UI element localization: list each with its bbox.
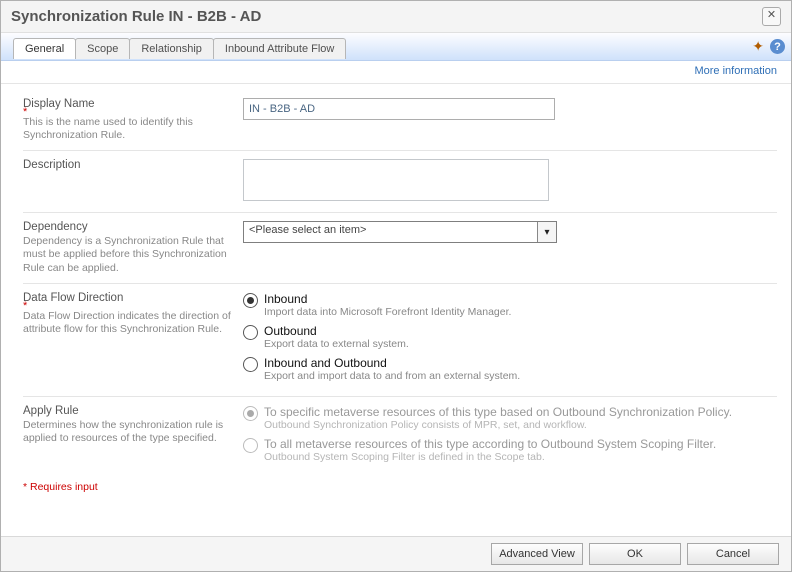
apply-scoping-label: To all metaverse resources of this type …	[264, 437, 716, 451]
content-area: Display Name * This is the name used to …	[1, 84, 791, 536]
ok-button[interactable]: OK	[589, 543, 681, 565]
description-label: Description	[23, 159, 243, 171]
tab-inbound-attribute-flow[interactable]: Inbound Attribute Flow	[213, 38, 346, 59]
description-input[interactable]	[243, 159, 549, 201]
flow-both-label: Inbound and Outbound	[264, 356, 520, 370]
close-icon[interactable]: ✕	[762, 7, 781, 26]
requires-input-note: * Requires input	[23, 477, 777, 495]
dependency-hint: Dependency is a Synchronization Rule tha…	[23, 235, 243, 274]
field-description: Description	[23, 151, 777, 213]
dependency-select-text: <Please select an item>	[244, 222, 537, 242]
field-flow-direction: Data Flow Direction * Data Flow Directio…	[23, 284, 777, 397]
apply-option-scoping: To all metaverse resources of this type …	[243, 437, 777, 463]
apply-option-policy: To specific metaverse resources of this …	[243, 405, 777, 431]
display-name-input[interactable]	[243, 98, 555, 120]
titlebar: Synchronization Rule IN - B2B - AD ✕	[1, 1, 791, 33]
cancel-button[interactable]: Cancel	[687, 543, 779, 565]
flow-option-outbound: Outbound Export data to external system.	[243, 324, 777, 350]
flow-outbound-desc: Export data to external system.	[264, 338, 409, 350]
apply-scoping-desc: Outbound System Scoping Filter is define…	[264, 451, 716, 463]
field-apply-rule: Apply Rule Determines how the synchroniz…	[23, 397, 777, 477]
radio-apply-scoping	[243, 438, 258, 453]
display-name-hint: This is the name used to identify this S…	[23, 116, 243, 142]
flow-both-desc: Export and import data to and from an ex…	[264, 370, 520, 382]
new-item-icon[interactable]: ✦	[752, 38, 764, 55]
flow-inbound-desc: Import data into Microsoft Forefront Ide…	[264, 306, 511, 318]
info-row: More information	[1, 61, 791, 84]
apply-policy-label: To specific metaverse resources of this …	[264, 405, 732, 419]
radio-both[interactable]	[243, 357, 258, 372]
apply-label: Apply Rule	[23, 405, 243, 417]
required-marker: *	[23, 110, 243, 114]
help-icon[interactable]: ?	[770, 39, 785, 54]
toolbar-icons: ✦ ?	[752, 38, 785, 55]
display-name-label: Display Name	[23, 98, 243, 110]
required-marker: *	[23, 304, 243, 308]
window-title: Synchronization Rule IN - B2B - AD	[11, 8, 762, 25]
flow-option-inbound: Inbound Import data into Microsoft Foref…	[243, 292, 777, 318]
advanced-view-button[interactable]: Advanced View	[491, 543, 583, 565]
field-dependency: Dependency Dependency is a Synchronizati…	[23, 213, 777, 283]
footer: Advanced View OK Cancel	[1, 536, 791, 571]
tab-bar: General Scope Relationship Inbound Attri…	[1, 33, 791, 61]
more-information-link[interactable]: More information	[694, 65, 777, 77]
flow-outbound-label: Outbound	[264, 324, 409, 338]
chevron-down-icon[interactable]: ▾	[537, 222, 556, 242]
tab-relationship[interactable]: Relationship	[129, 38, 214, 59]
radio-inbound[interactable]	[243, 293, 258, 308]
tab-scope[interactable]: Scope	[75, 38, 130, 59]
tabs: General Scope Relationship Inbound Attri…	[13, 38, 345, 59]
dependency-select[interactable]: <Please select an item> ▾	[243, 221, 557, 243]
flow-option-both: Inbound and Outbound Export and import d…	[243, 356, 777, 382]
tab-general[interactable]: General	[13, 38, 76, 59]
flow-inbound-label: Inbound	[264, 292, 511, 306]
flow-hint: Data Flow Direction indicates the direct…	[23, 310, 243, 336]
field-display-name: Display Name * This is the name used to …	[23, 84, 777, 151]
flow-label: Data Flow Direction	[23, 292, 243, 304]
apply-policy-desc: Outbound Synchronization Policy consists…	[264, 419, 732, 431]
radio-apply-policy	[243, 406, 258, 421]
apply-hint: Determines how the synchronization rule …	[23, 419, 243, 445]
radio-outbound[interactable]	[243, 325, 258, 340]
dependency-label: Dependency	[23, 221, 243, 233]
dialog-window: Synchronization Rule IN - B2B - AD ✕ Gen…	[0, 0, 792, 572]
